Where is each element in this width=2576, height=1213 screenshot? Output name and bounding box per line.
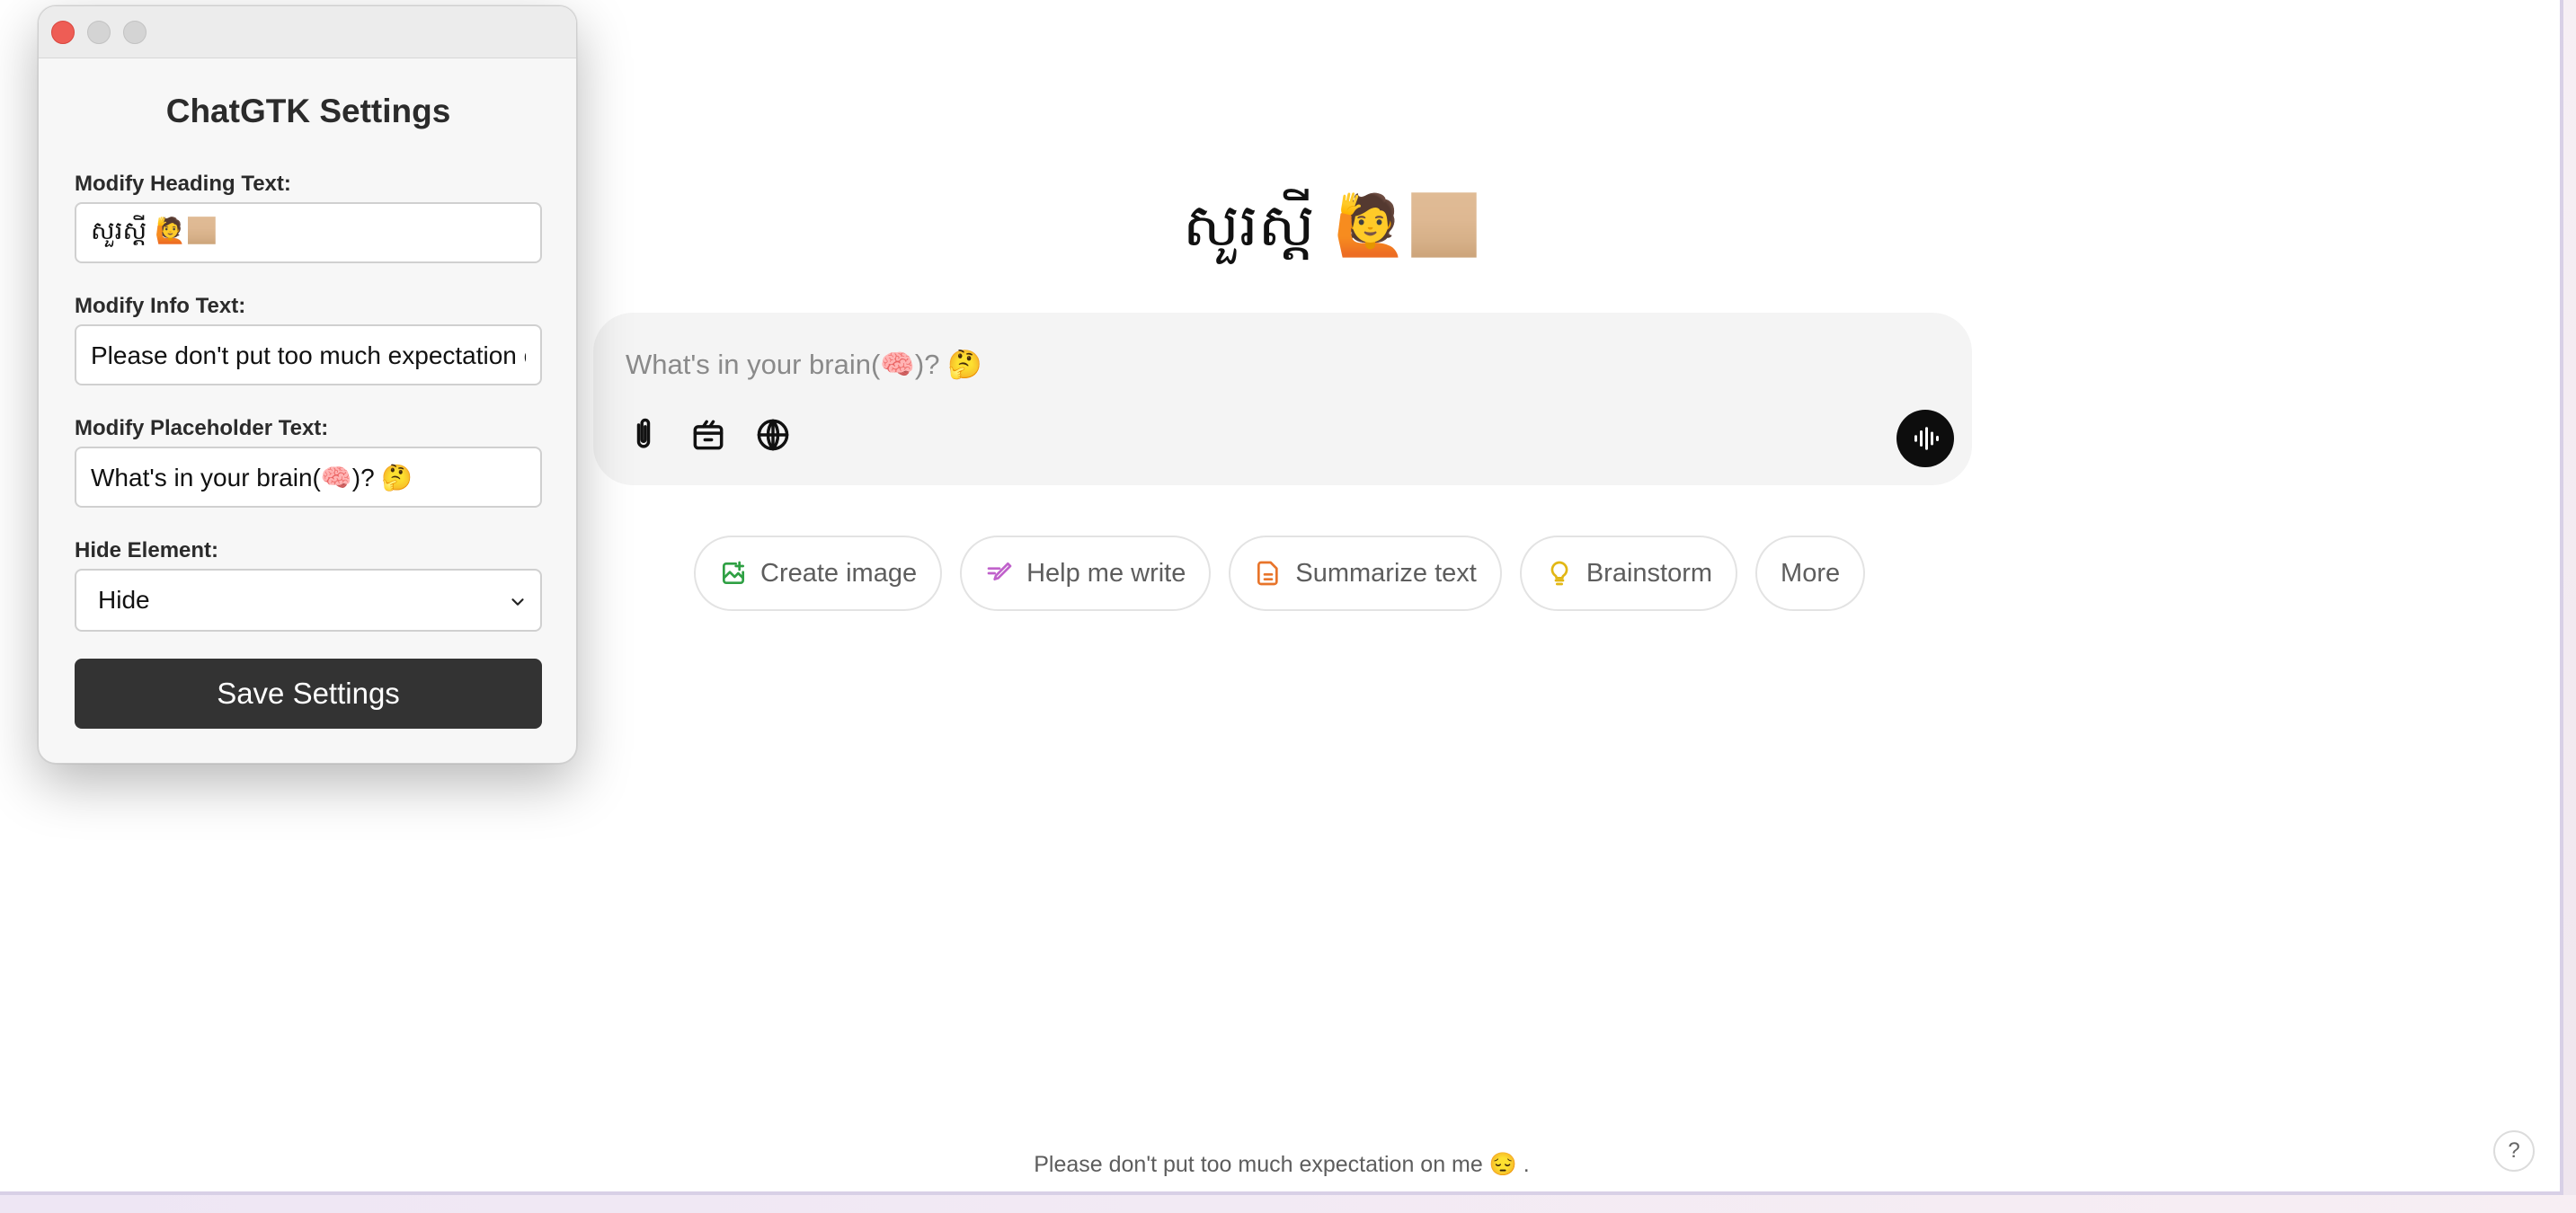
settings-window: ChatGTK Settings Modify Heading Text: Mo… — [38, 5, 577, 764]
minimize-window-button[interactable] — [87, 21, 111, 44]
brainstorm-label: Brainstorm — [1586, 558, 1713, 588]
hide-element-select[interactable]: Hide — [75, 569, 542, 632]
placeholder-text-field[interactable] — [75, 447, 542, 508]
info-text: Please don't put too much expectation on… — [1034, 1152, 1530, 1177]
placeholder-text-label: Modify Placeholder Text: — [75, 416, 329, 440]
toolbox-icon[interactable] — [687, 413, 730, 456]
info-text-field[interactable] — [75, 324, 542, 385]
settings-title: ChatGTK Settings — [165, 93, 451, 129]
create-image-chip[interactable]: Create image — [694, 536, 943, 611]
more-chip[interactable]: More — [1755, 536, 1866, 611]
summarize-text-label: Summarize text — [1295, 558, 1477, 588]
document-icon — [1257, 561, 1279, 586]
settings-titlebar[interactable] — [39, 6, 576, 58]
brainstorm-chip[interactable]: Brainstorm — [1519, 536, 1738, 611]
chat-composer — [593, 313, 1972, 485]
greeting-heading: សួរស្តី 🙋🏼 — [1183, 190, 1481, 260]
chevron-down-icon — [511, 598, 524, 606]
desktop-edge-right — [2563, 0, 2576, 1213]
help-button[interactable]: ? — [2493, 1130, 2535, 1172]
voice-mode-button[interactable] — [1896, 410, 1954, 467]
heading-text-label: Modify Heading Text: — [75, 172, 291, 196]
image-icon — [723, 561, 744, 584]
pen-icon — [987, 562, 1012, 580]
globe-icon[interactable] — [751, 413, 795, 456]
lightbulb-icon — [1550, 561, 1568, 586]
desktop-edge-bottom — [0, 1195, 2576, 1213]
info-text-label: Modify Info Text: — [75, 294, 246, 318]
summarize-text-chip[interactable]: Summarize text — [1229, 536, 1502, 611]
hide-element-value: Hide — [98, 586, 150, 614]
help-me-write-chip[interactable]: Help me write — [960, 536, 1212, 611]
hide-element-label: Hide Element: — [75, 538, 219, 562]
suggestion-chips: Create image Help me write Summarize tex… — [694, 536, 1866, 611]
save-settings-button[interactable]: Save Settings — [75, 659, 542, 729]
close-window-button[interactable] — [51, 21, 75, 44]
create-image-label: Create image — [760, 558, 918, 588]
paperclip-icon[interactable] — [622, 413, 665, 456]
more-label: More — [1781, 558, 1841, 588]
voice-waveform-icon — [1914, 427, 1939, 450]
help-me-write-label: Help me write — [1026, 558, 1186, 588]
maximize-window-button[interactable] — [123, 21, 147, 44]
heading-text-field[interactable] — [75, 202, 542, 263]
prompt-input[interactable] — [626, 340, 1884, 390]
